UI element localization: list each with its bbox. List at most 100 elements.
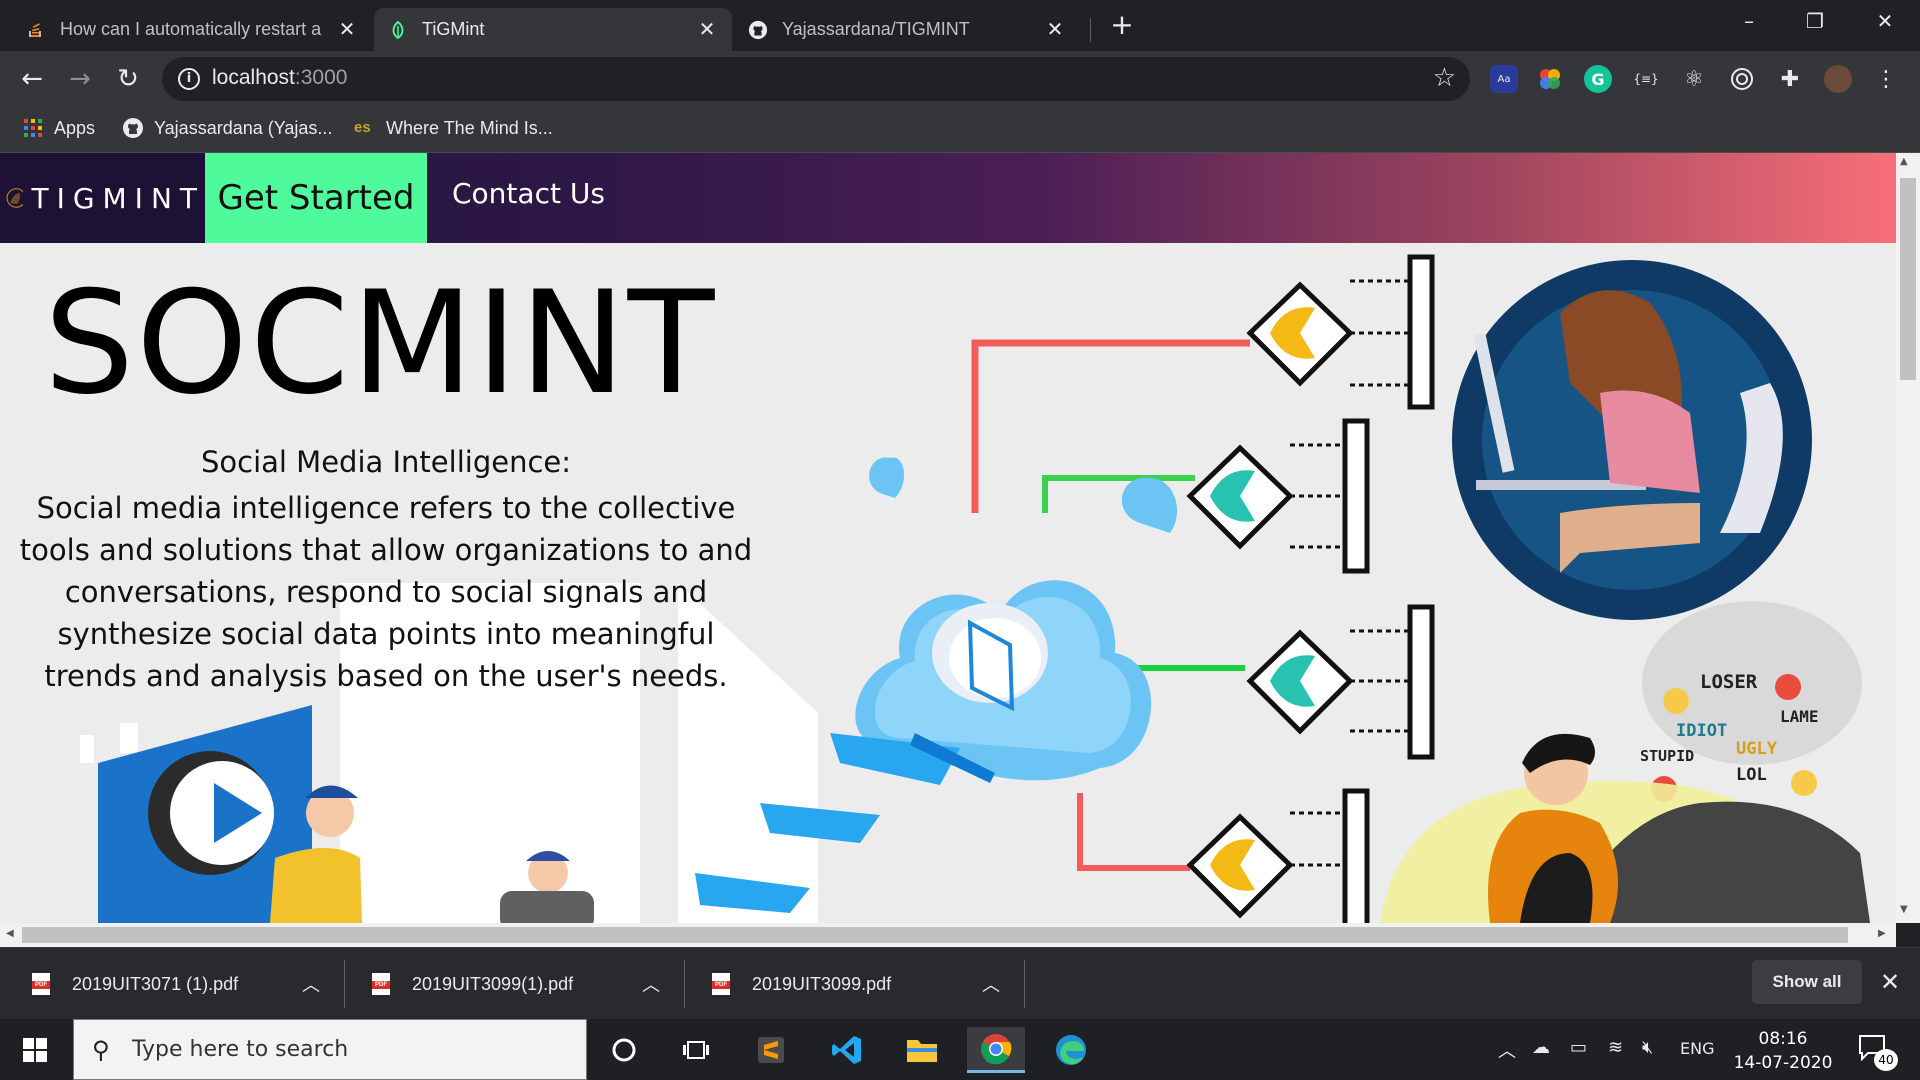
- bookmark-apps[interactable]: Apps: [22, 117, 95, 139]
- show-all-button[interactable]: Show all: [1752, 960, 1862, 1004]
- tab-github[interactable]: Yajassardana/TIGMINT ✕: [734, 8, 1080, 51]
- chevron-up-icon[interactable]: ︿: [642, 971, 660, 997]
- taskbar-search-box[interactable]: ⚲ Type here to search: [73, 1019, 587, 1080]
- pdf-icon: [32, 973, 50, 995]
- notification-badge: 40: [1874, 1049, 1898, 1071]
- info-icon[interactable]: i: [178, 68, 200, 90]
- windows-taskbar: ⚲ Type here to search ︿ ☁ ▭ ≋ 🔇︎ ENG 08:…: [0, 1019, 1920, 1080]
- scroll-up-icon[interactable]: ▲: [1900, 156, 1908, 167]
- avatar[interactable]: [1824, 65, 1852, 93]
- cloud-shape: [1121, 477, 1178, 533]
- tab-title: How can I automatically restart a: [60, 19, 322, 39]
- restore-button[interactable]: ❐: [1792, 0, 1838, 42]
- wifi-icon[interactable]: ≋: [1608, 1037, 1623, 1058]
- edge-icon[interactable]: [1042, 1027, 1100, 1073]
- cortana-icon[interactable]: [595, 1027, 653, 1073]
- divider: [684, 960, 685, 1008]
- apps-grid-icon: [24, 119, 42, 137]
- network-cube: [1186, 418, 1370, 574]
- pdf-icon: [372, 973, 390, 995]
- close-icon[interactable]: ✕: [1880, 968, 1900, 996]
- task-view-icon[interactable]: [667, 1027, 725, 1073]
- language-indicator[interactable]: ENG: [1680, 1039, 1714, 1058]
- es-icon: es: [354, 119, 371, 136]
- horizontal-scroll-thumb[interactable]: [22, 927, 1848, 943]
- bookmarks-bar: Apps Yajassardana (Yajas... es Where The…: [0, 107, 1920, 153]
- insult-word: STUPID: [1640, 747, 1695, 765]
- volume-muted-icon[interactable]: 🔇︎: [1642, 1037, 1653, 1058]
- close-icon[interactable]: ✕: [696, 19, 718, 41]
- extension-icon[interactable]: Aa: [1490, 65, 1518, 93]
- hero-description: Social media intelligence refers to the …: [19, 491, 753, 693]
- onedrive-icon[interactable]: ☁: [1532, 1037, 1550, 1058]
- close-window-button[interactable]: ✕: [1862, 0, 1908, 42]
- react-devtools-icon[interactable]: ⚛: [1680, 65, 1708, 93]
- new-tab-button[interactable]: +: [1108, 11, 1136, 40]
- scroll-left-icon[interactable]: ◀: [6, 928, 14, 939]
- back-button[interactable]: ←: [14, 61, 50, 97]
- insult-word: LAME: [1780, 707, 1819, 726]
- brand-name: TIGMINT: [31, 181, 205, 215]
- download-filename: 2019UIT3099(1).pdf: [412, 973, 574, 994]
- menu-dots-icon[interactable]: ⋮: [1872, 65, 1900, 93]
- stackoverflow-icon: [26, 20, 46, 40]
- chevron-up-icon[interactable]: ︿: [982, 971, 1000, 997]
- file-explorer-icon[interactable]: [893, 1027, 951, 1073]
- tiger-logo-icon: [6, 188, 24, 208]
- network-cube: [1246, 604, 1435, 760]
- scroll-right-icon[interactable]: ▶: [1878, 928, 1886, 939]
- target-icon[interactable]: [1728, 65, 1756, 93]
- get-started-link[interactable]: Get Started: [205, 153, 427, 243]
- clock[interactable]: 08:16 14-07-2020: [1718, 1027, 1848, 1075]
- download-item[interactable]: 2019UIT3099.pdf ︿: [712, 948, 1012, 1020]
- battery-icon[interactable]: ▭: [1570, 1037, 1587, 1058]
- divider: [1024, 960, 1025, 1008]
- scroll-down-icon[interactable]: ▼: [1900, 904, 1908, 915]
- chrome-icon[interactable]: [967, 1027, 1025, 1073]
- network-cube: [1186, 788, 1370, 923]
- bookmark-label: Yajassardana (Yajas...: [154, 117, 333, 138]
- url-text[interactable]: localhost:3000: [212, 66, 347, 90]
- contact-us-link[interactable]: Contact Us: [452, 177, 605, 210]
- forward-button[interactable]: →: [62, 61, 98, 97]
- start-button[interactable]: [0, 1019, 70, 1080]
- clock-time: 08:16: [1758, 1029, 1808, 1049]
- grammarly-icon[interactable]: G: [1584, 65, 1612, 93]
- leaf-icon: [388, 20, 408, 40]
- chevron-up-icon[interactable]: ︿: [302, 971, 320, 997]
- github-icon: [123, 118, 143, 138]
- download-item[interactable]: 2019UIT3099(1).pdf ︿: [372, 948, 672, 1020]
- json-viewer-icon[interactable]: {≡}: [1632, 65, 1660, 93]
- close-icon[interactable]: ✕: [336, 19, 358, 41]
- chevron-up-icon[interactable]: ︿: [1498, 1037, 1516, 1063]
- address-bar[interactable]: i localhost:3000 ☆: [162, 57, 1470, 101]
- tab-strip: How can I automatically restart a ✕ TiGM…: [0, 0, 1920, 51]
- color-picker-icon[interactable]: [1536, 65, 1564, 93]
- tab-stackoverflow[interactable]: How can I automatically restart a ✕: [12, 8, 372, 51]
- download-item[interactable]: 2019UIT3071 (1).pdf ︿: [32, 948, 332, 1020]
- clock-date: 14-07-2020: [1733, 1053, 1833, 1073]
- reload-button[interactable]: ↻: [110, 61, 146, 97]
- tab-title: TiGMint: [422, 19, 485, 39]
- insult-word: IDIOT: [1676, 721, 1728, 741]
- cloud-shape: [869, 457, 905, 498]
- bookmark-github[interactable]: Yajassardana (Yajas...: [122, 117, 332, 139]
- minimize-button[interactable]: –: [1726, 0, 1772, 42]
- hero-title: SOCMINT: [44, 261, 717, 426]
- brand-logo[interactable]: TIGMINT: [0, 153, 205, 243]
- github-icon: [748, 20, 768, 40]
- tab-tigmint[interactable]: TiGMint ✕: [374, 8, 732, 51]
- bookmark-star-icon[interactable]: ☆: [1433, 63, 1456, 93]
- close-icon[interactable]: ✕: [1044, 19, 1066, 41]
- pdf-icon: [712, 973, 730, 995]
- bookmark-where-the-mind[interactable]: es Where The Mind Is...: [354, 117, 553, 139]
- vertical-scroll-thumb[interactable]: [1900, 178, 1916, 380]
- sublime-text-icon[interactable]: [742, 1027, 800, 1073]
- hero-subtitle: Social Media Intelligence:: [200, 445, 572, 479]
- windows-icon: [23, 1037, 47, 1062]
- vscode-icon[interactable]: [818, 1027, 876, 1073]
- puzzle-icon[interactable]: ✚: [1776, 65, 1804, 93]
- browser-toolbar: ← → ↻ i localhost:3000 ☆ Aa G {≡} ⚛ ✚ ⋮: [0, 51, 1920, 107]
- page-viewport: LOSER LAME IDIOT UGLY STUPID LOL TIGMINT…: [0, 153, 1896, 923]
- connector-line: [1077, 793, 1190, 871]
